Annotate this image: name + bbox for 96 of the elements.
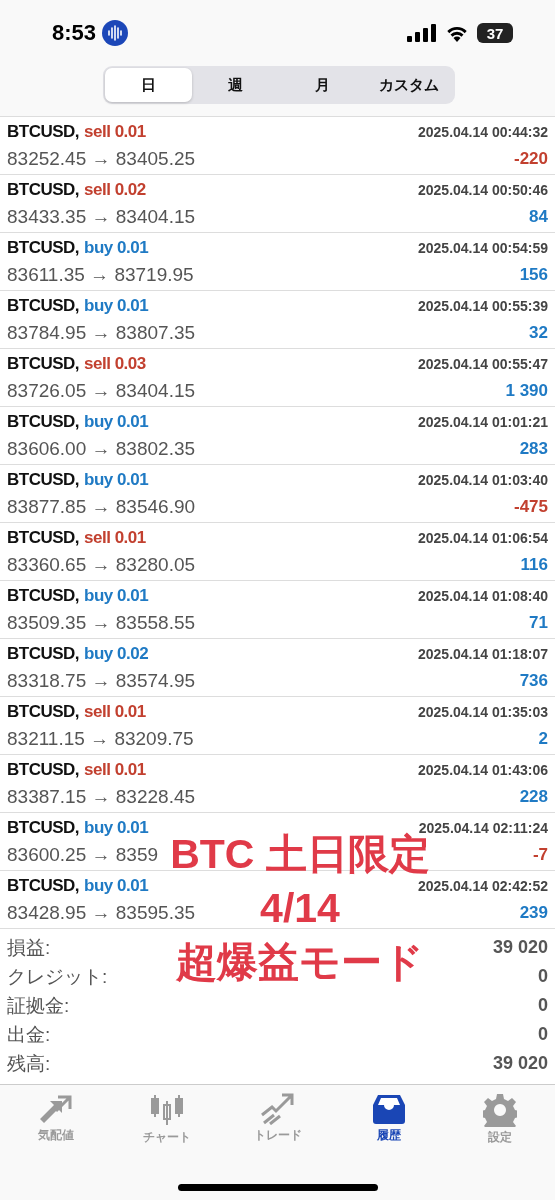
tray-icon — [370, 1093, 407, 1125]
price-range: 83211.15 → 83209.75 — [7, 728, 194, 750]
summary-label: 損益: — [7, 935, 51, 960]
summary-label: クレジット: — [7, 964, 108, 989]
price-range: 83784.95 → 83807.35 — [7, 322, 196, 344]
summary-label: 証拠金: — [7, 993, 70, 1018]
symbol-text: BTCUSD, — [7, 818, 80, 838]
profit-value: -220 — [513, 149, 548, 169]
overlay-caption: 4/14 — [260, 884, 340, 933]
deal-time: 2025.04.14 00:55:47 — [418, 356, 548, 372]
symbol-text: BTCUSD, — [7, 760, 80, 780]
battery-level: 37 — [486, 24, 504, 42]
symbol-text: BTCUSD, — [7, 122, 80, 142]
price-range: 83252.45 → 83405.25 — [7, 148, 196, 170]
order-type: buy 0.01 — [84, 412, 149, 432]
wifi-icon — [445, 24, 469, 42]
deal-time: 2025.04.14 01:08:40 — [418, 588, 548, 604]
profit-value: -7 — [532, 845, 548, 865]
price-range: 83387.15 → 83228.45 — [7, 786, 196, 808]
summary-value: 0 — [538, 966, 548, 987]
deal-time: 2025.04.14 01:03:40 — [418, 472, 548, 488]
profit-value: 239 — [519, 903, 548, 923]
symbol-text: BTCUSD, — [7, 876, 80, 896]
price-range: 83360.65 → 83280.05 — [7, 554, 196, 576]
symbol-text: BTCUSD, — [7, 180, 80, 200]
profit-value: 156 — [519, 265, 548, 285]
symbol-text: BTCUSD, — [7, 412, 80, 432]
price-range: 83611.35 → 83719.95 — [7, 264, 194, 286]
deal-time: 2025.04.14 00:55:39 — [418, 298, 548, 314]
symbol-text: BTCUSD, — [7, 470, 80, 490]
symbol-text: BTCUSD, — [7, 354, 80, 374]
profit-value: 116 — [520, 555, 548, 575]
order-type: sell 0.02 — [84, 180, 146, 200]
deal-time: 2025.04.14 01:18:07 — [418, 646, 548, 662]
profit-value: 32 — [529, 323, 548, 343]
summary-value: 39 020 — [492, 937, 548, 958]
deal-time: 2025.04.14 01:06:54 — [418, 530, 548, 546]
period-tab[interactable]: 日 — [104, 68, 192, 102]
signal-icon — [407, 24, 437, 42]
deal-time: 2025.04.14 00:50:46 — [418, 182, 548, 198]
deal-time: 2025.04.14 00:54:59 — [418, 240, 548, 256]
order-type: buy 0.01 — [84, 876, 149, 896]
deal-time: 2025.04.14 01:01:21 — [418, 414, 548, 430]
deal-time: 2025.04.14 00:44:32 — [418, 124, 548, 140]
candlestick-icon — [148, 1093, 185, 1127]
order-type: buy 0.01 — [84, 470, 149, 490]
price-range: 83600.25 → 8359 — [7, 844, 159, 866]
deal-time: 2025.04.14 01:35:03 — [418, 704, 548, 720]
order-type: sell 0.01 — [84, 702, 146, 722]
summary-value: 0 — [538, 995, 548, 1016]
symbol-text: BTCUSD, — [7, 528, 80, 548]
order-type: buy 0.01 — [84, 818, 149, 838]
profit-value: 283 — [519, 439, 548, 459]
profit-value: 228 — [519, 787, 548, 807]
order-type: buy 0.01 — [84, 296, 149, 316]
deal-time: 2025.04.14 01:43:06 — [418, 762, 548, 778]
order-type: buy 0.01 — [84, 238, 149, 258]
summary-value: 0 — [538, 1024, 548, 1045]
summary-label: 出金: — [7, 1022, 51, 1047]
price-range: 83509.35 → 83558.55 — [7, 612, 196, 634]
tab-bar-item[interactable]: 履歴 — [343, 1093, 434, 1161]
price-range: 83318.75 → 83574.95 — [7, 670, 196, 692]
price-range: 83428.95 → 83595.35 — [7, 902, 196, 924]
period-tab[interactable]: 週 — [191, 68, 279, 102]
symbol-text: BTCUSD, — [7, 702, 80, 722]
clock-time: 8:53 — [52, 20, 97, 46]
price-range: 83877.85 → 83546.90 — [7, 496, 196, 518]
price-range: 83433.35 → 83404.15 — [7, 206, 196, 228]
overlay-caption: 超爆益モード — [176, 938, 424, 987]
symbol-text: BTCUSD, — [7, 238, 80, 258]
summary-value: 39 020 — [492, 1053, 548, 1074]
summary-label: 残高: — [7, 1051, 51, 1076]
profit-value: 2 — [538, 729, 548, 749]
period-tab[interactable]: カスタム — [365, 68, 453, 102]
order-type: sell 0.01 — [84, 760, 146, 780]
order-type: sell 0.01 — [84, 122, 146, 142]
profit-value: 84 — [529, 207, 548, 227]
profit-value: 71 — [529, 613, 548, 633]
profit-value: -475 — [513, 497, 548, 517]
price-range: 83606.00 → 83802.35 — [7, 438, 196, 460]
order-type: buy 0.01 — [84, 586, 149, 606]
period-tab[interactable]: 月 — [278, 68, 366, 102]
order-type: sell 0.03 — [84, 354, 146, 374]
symbol-text: BTCUSD, — [7, 586, 80, 606]
waveform-icon — [102, 20, 129, 46]
price-range: 83726.05 → 83404.15 — [7, 380, 196, 402]
order-type: buy 0.02 — [84, 644, 149, 664]
deal-time: 2025.04.14 02:42:52 — [418, 878, 548, 894]
profit-value: 736 — [519, 671, 548, 691]
deal-time: 2025.04.14 02:11:24 — [418, 820, 548, 836]
settings-icon — [482, 1093, 517, 1127]
symbol-text: BTCUSD, — [7, 296, 80, 316]
profit-value: 1 390 — [505, 381, 548, 401]
order-type: sell 0.01 — [84, 528, 146, 548]
symbol-text: BTCUSD, — [7, 644, 80, 664]
trend-arrow-icon — [259, 1093, 296, 1125]
